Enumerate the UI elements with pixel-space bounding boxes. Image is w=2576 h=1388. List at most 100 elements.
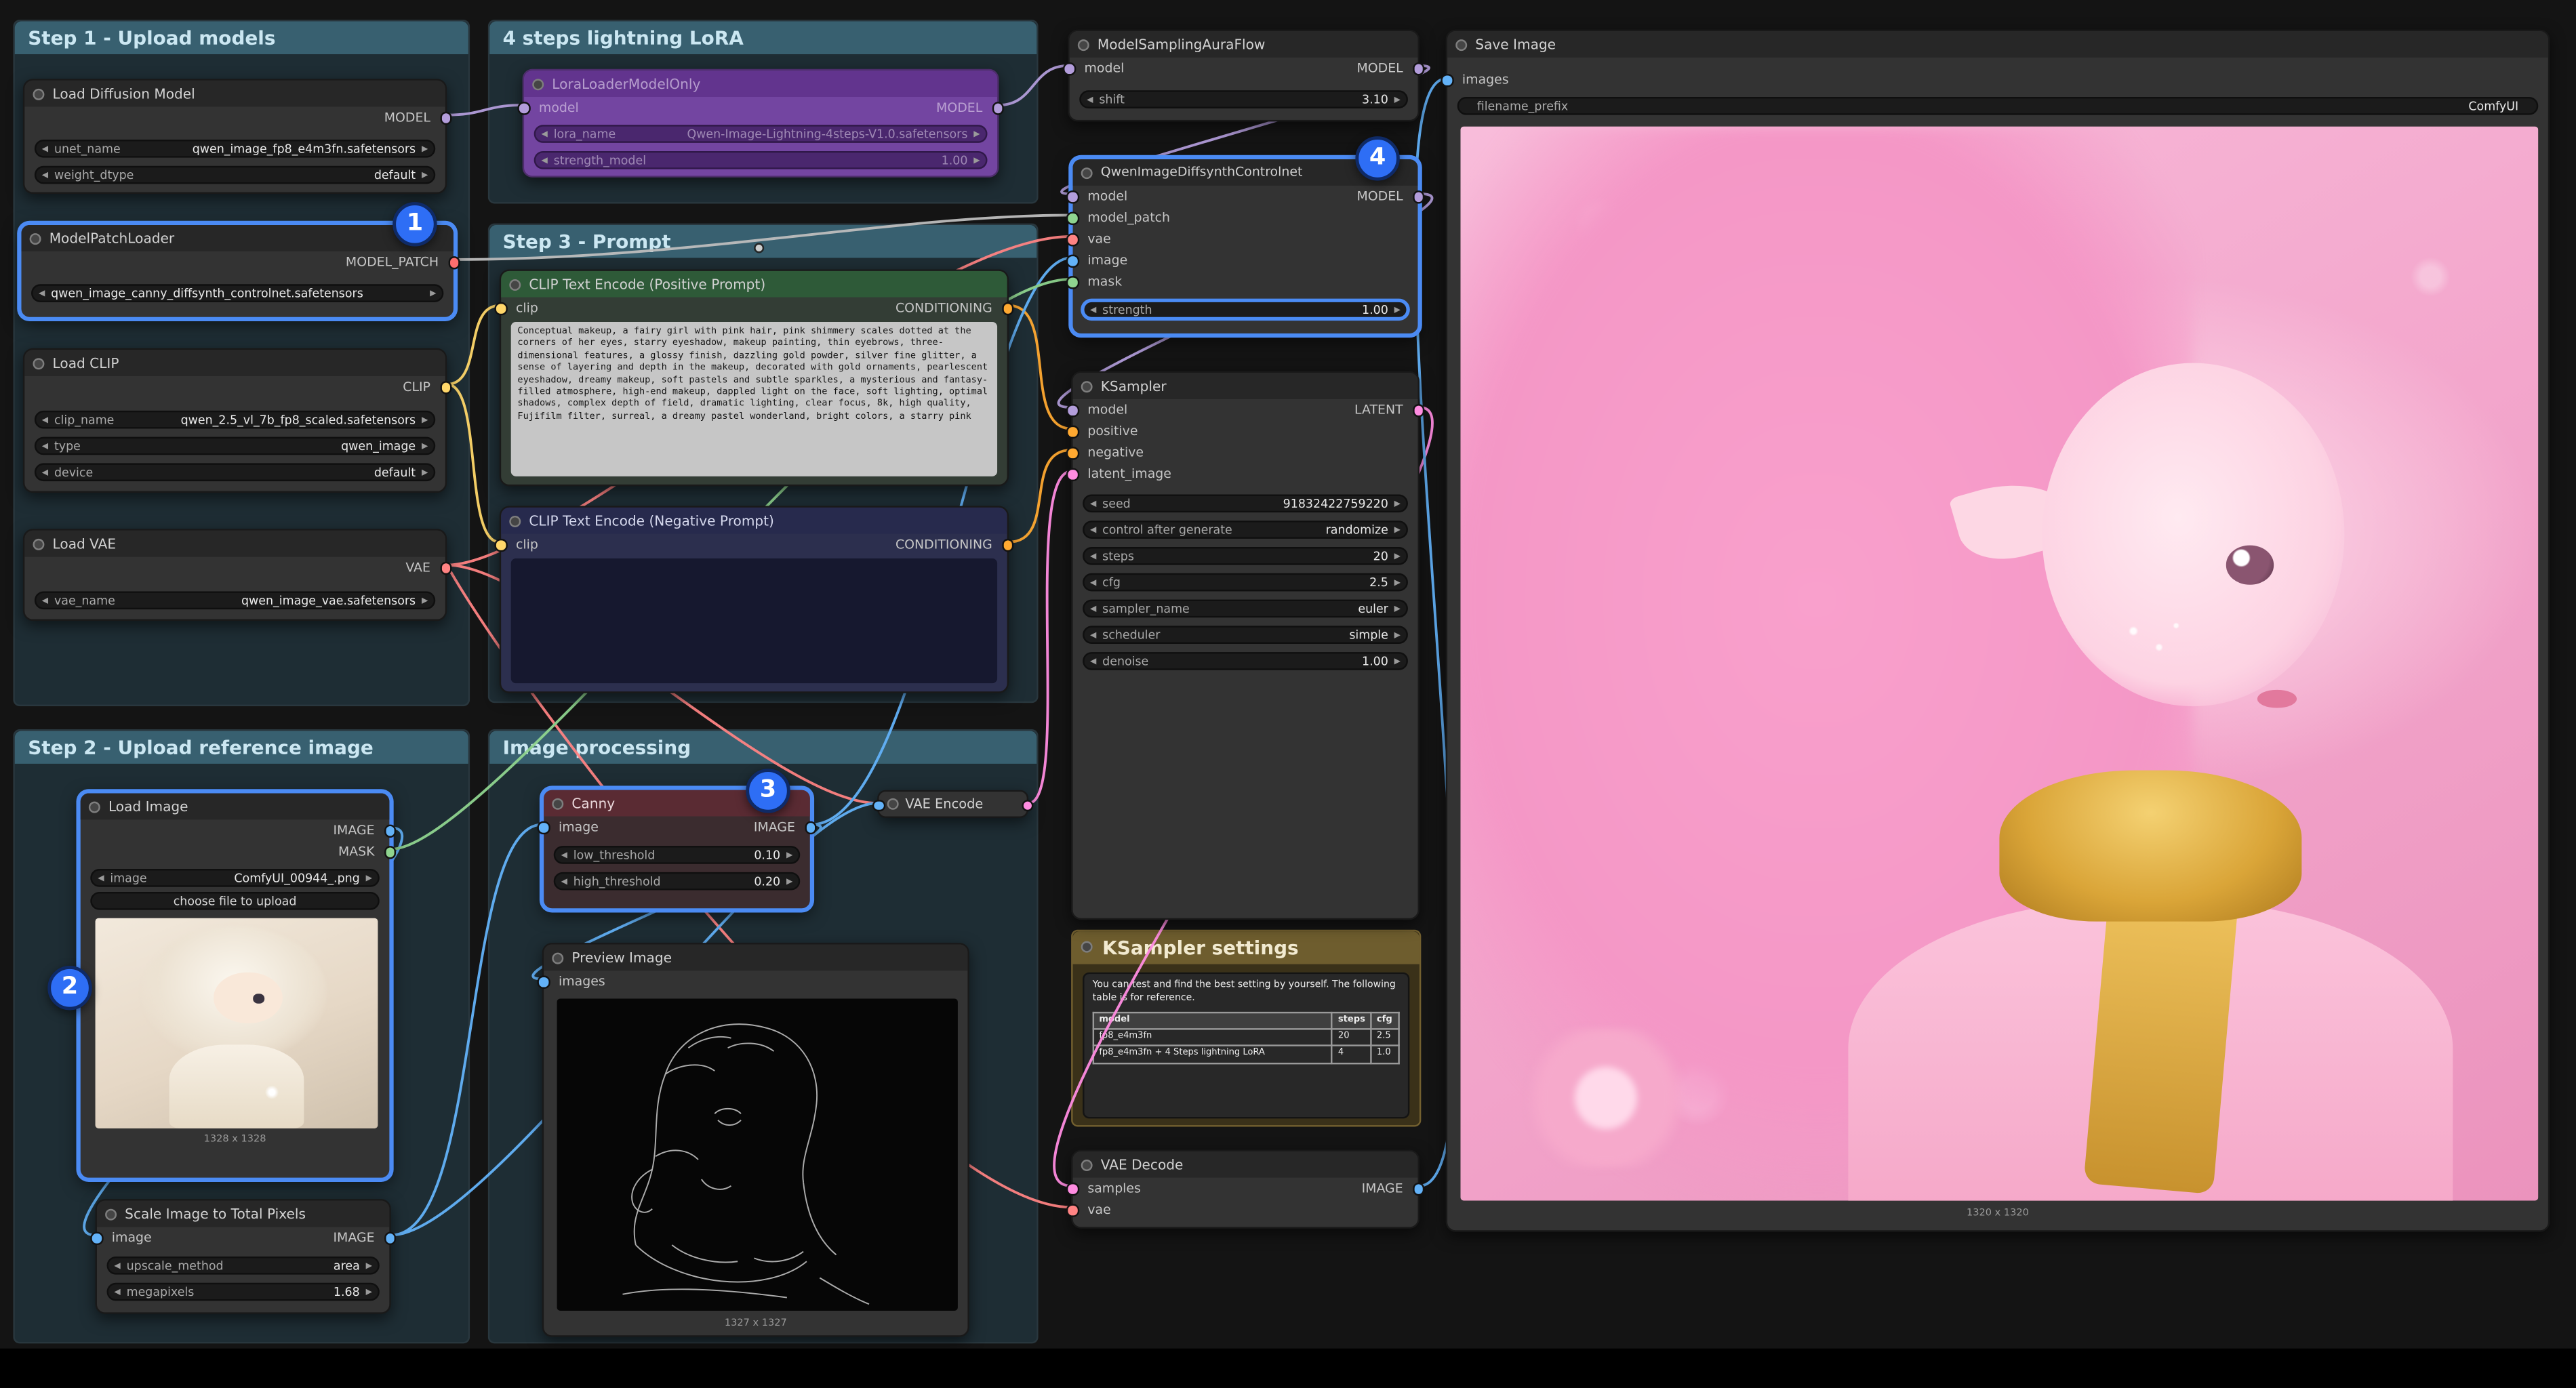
- node-vae-decode[interactable]: VAE Decode samples vae IMAGE: [1071, 1149, 1420, 1228]
- node-clip-text-encode-negative[interactable]: CLIP Text Encode (Negative Prompt) clip …: [500, 506, 1009, 693]
- model-patch-input-port[interactable]: [1066, 212, 1079, 224]
- widget-unet-name[interactable]: unet_name qwen_image_fp8_e4m3fn.safetens…: [35, 140, 435, 158]
- widget-value: 1.68: [334, 1284, 360, 1299]
- image-output-port[interactable]: [384, 825, 396, 837]
- widget-clip-name[interactable]: clip_name qwen_2.5_vl_7b_fp8_scaled.safe…: [35, 411, 435, 429]
- conditioning-output-port[interactable]: [1001, 302, 1013, 314]
- model-output-port[interactable]: [439, 112, 451, 124]
- node-ksampler[interactable]: KSampler LATENT model positive negative …: [1071, 371, 1420, 920]
- widget-sampler-name[interactable]: sampler_name euler: [1083, 600, 1408, 618]
- node-qwen-image-diffsynth-controlnet[interactable]: QwenImageDiffsynthControlnet MODEL model…: [1071, 158, 1420, 335]
- widget-scheduler[interactable]: scheduler simple: [1083, 626, 1408, 644]
- samples-input-port[interactable]: [1066, 1183, 1079, 1195]
- image-output-port[interactable]: [1412, 1183, 1424, 1195]
- node-vae-encode[interactable]: VAE Encode: [877, 790, 1028, 818]
- vae-output-port[interactable]: [439, 562, 451, 574]
- widget-strength-model[interactable]: strength_model 1.00: [534, 151, 988, 169]
- model-output-port[interactable]: [992, 102, 1004, 114]
- clip-output-port[interactable]: [439, 381, 451, 393]
- node-status-dot: [1078, 39, 1089, 50]
- latent-output-port[interactable]: [1021, 799, 1033, 811]
- workflow-canvas[interactable]: Step 1 - Upload models 4 steps lightning…: [0, 0, 2576, 1388]
- node-load-image[interactable]: Load Image IMAGE MASK image ComfyUI_0094…: [79, 792, 390, 1179]
- conditioning-output-port[interactable]: [1001, 539, 1013, 551]
- clip-input-port[interactable]: [494, 302, 506, 314]
- output-slot-label: MODEL: [936, 98, 982, 117]
- image-output-port[interactable]: [384, 1232, 396, 1244]
- widget-label: megapixels: [127, 1284, 195, 1299]
- image-input-port[interactable]: [90, 1232, 102, 1244]
- latent-image-input-port[interactable]: [1066, 468, 1079, 481]
- images-input-port[interactable]: [537, 976, 549, 988]
- node-title: VAE Decode: [1101, 1156, 1184, 1172]
- node-load-clip[interactable]: Load CLIP CLIP clip_name qwen_2.5_vl_7b_…: [23, 348, 447, 493]
- vae-input-port[interactable]: [1066, 1204, 1079, 1216]
- node-load-vae[interactable]: Load VAE VAE vae_name qwen_image_vae.saf…: [23, 529, 447, 621]
- image-input-port[interactable]: [1066, 255, 1079, 267]
- node-lora-loader-model-only[interactable]: LoraLoaderModelOnly model MODEL lora_nam…: [523, 69, 999, 178]
- model-output-port[interactable]: [1412, 62, 1424, 75]
- positive-prompt-textarea[interactable]: Conceptual makeup, a fairy girl with pin…: [511, 322, 997, 476]
- node-title: Load VAE: [53, 535, 117, 552]
- model-patch-output-port[interactable]: [447, 256, 460, 268]
- widget-strength[interactable]: strength 1.00: [1083, 301, 1408, 319]
- mask-output-port[interactable]: [384, 846, 396, 858]
- positive-input-port[interactable]: [1066, 426, 1079, 438]
- images-input-port[interactable]: [1441, 74, 1453, 86]
- widget-shift[interactable]: shift 3.10: [1079, 90, 1408, 108]
- widget-weight-dtype[interactable]: weight_dtype default: [35, 166, 435, 184]
- negative-input-port[interactable]: [1066, 447, 1079, 459]
- widget-low-threshold[interactable]: low_threshold 0.10: [554, 846, 801, 864]
- negative-prompt-textarea[interactable]: [511, 558, 997, 683]
- clip-input-port[interactable]: [494, 539, 506, 551]
- node-status-dot: [552, 952, 563, 963]
- widget-control-after-generate[interactable]: control after generate randomize: [1083, 520, 1408, 539]
- widget-label: vae_name: [54, 593, 115, 608]
- image-input-port[interactable]: [537, 821, 549, 834]
- group-title: KSampler settings: [1073, 931, 1420, 964]
- node-status-dot: [1455, 39, 1467, 50]
- group-title: Step 3 - Prompt: [489, 225, 1037, 258]
- widget-label: high_threshold: [573, 874, 661, 889]
- node-preview-image[interactable]: Preview Image images 1327 x 1327: [542, 943, 969, 1337]
- widget-vae-name[interactable]: vae_name qwen_image_vae.safetensors: [35, 591, 435, 609]
- output-slot-label: CLIP: [403, 377, 430, 396]
- widget-high-threshold[interactable]: high_threshold 0.20: [554, 872, 801, 891]
- latent-output-port[interactable]: [1412, 404, 1424, 416]
- model-input-port[interactable]: [1066, 404, 1079, 416]
- node-model-patch-loader[interactable]: ModelPatchLoader MODEL_PATCH qwen_image_…: [20, 224, 455, 319]
- widget-patch-name[interactable]: qwen_image_canny_diffsynth_controlnet.sa…: [31, 284, 443, 302]
- image-output-port[interactable]: [804, 821, 816, 834]
- node-scale-image-total-pixels[interactable]: Scale Image to Total Pixels image IMAGE …: [96, 1199, 391, 1314]
- widget-type[interactable]: type qwen_image: [35, 437, 435, 455]
- node-title: Scale Image to Total Pixels: [125, 1206, 306, 1222]
- group-ksampler-settings[interactable]: KSampler settings You can test and find …: [1071, 930, 1421, 1127]
- choose-file-button[interactable]: choose file to upload: [90, 892, 380, 910]
- widget-seed[interactable]: seed 91832422759220: [1083, 494, 1408, 512]
- input-slot-label: mask: [1087, 272, 1122, 291]
- widget-value: area: [334, 1258, 360, 1273]
- model-input-port[interactable]: [1066, 190, 1079, 203]
- pixels-input-port[interactable]: [872, 799, 885, 811]
- widget-image-filename[interactable]: image ComfyUI_00944_.png: [90, 869, 380, 887]
- node-load-diffusion-model[interactable]: Load Diffusion Model MODEL unet_name qwe…: [23, 79, 447, 194]
- widget-lora-name[interactable]: lora_name Qwen-Image-Lightning-4steps-V1…: [534, 125, 988, 143]
- widget-denoise[interactable]: denoise 1.00: [1083, 652, 1408, 670]
- node-model-sampling-auraflow[interactable]: ModelSamplingAuraFlow model MODEL shift …: [1068, 30, 1420, 122]
- input-slot-label: image: [112, 1229, 152, 1247]
- model-output-port[interactable]: [1412, 190, 1424, 203]
- group-title: Image processing: [489, 731, 1037, 763]
- model-input-port[interactable]: [517, 102, 529, 114]
- mask-input-port[interactable]: [1066, 276, 1079, 288]
- widget-filename-prefix[interactable]: filename_prefix ComfyUI: [1457, 97, 2539, 115]
- widget-device[interactable]: device default: [35, 463, 435, 481]
- widget-steps[interactable]: steps 20: [1083, 547, 1408, 565]
- vae-input-port[interactable]: [1066, 233, 1079, 245]
- widget-cfg[interactable]: cfg 2.5: [1083, 573, 1408, 592]
- model-input-port[interactable]: [1063, 62, 1075, 75]
- widget-label: strength: [1102, 302, 1152, 317]
- node-clip-text-encode-positive[interactable]: CLIP Text Encode (Positive Prompt) clip …: [500, 269, 1009, 486]
- widget-megapixels[interactable]: megapixels 1.68: [107, 1283, 380, 1301]
- widget-upscale-method[interactable]: upscale_method area: [107, 1257, 380, 1275]
- node-save-image[interactable]: Save Image images filename_prefix ComfyU…: [1446, 30, 2550, 1232]
